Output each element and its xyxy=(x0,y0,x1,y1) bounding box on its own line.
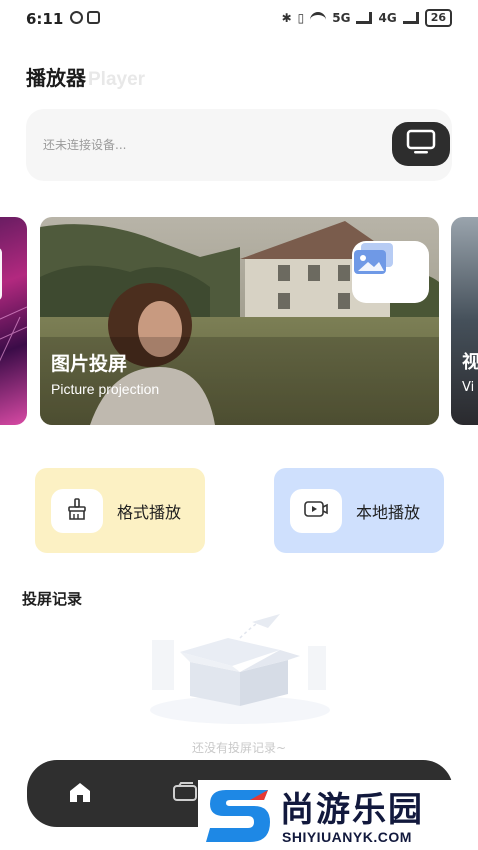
nfc-icon xyxy=(87,11,100,24)
next-card-title: 视 xyxy=(462,352,478,373)
next-card-subtitle: Vi xyxy=(462,380,475,395)
empty-history-text: 还没有投屏记录~ xyxy=(191,741,287,755)
carousel-card-prev[interactable] xyxy=(0,217,27,425)
battery-indicator: 26 xyxy=(424,9,452,27)
signal-icon-2 xyxy=(402,12,419,24)
vibrate-icon: ▯ xyxy=(297,11,305,25)
screen-icon xyxy=(171,781,199,807)
picture-projection-icon-button[interactable] xyxy=(352,241,429,303)
title-en: Player xyxy=(88,69,146,90)
history-section-title: 投屏记录 xyxy=(22,590,83,608)
format-play-button[interactable]: 格式播放 xyxy=(35,468,205,553)
watermark-brand-en: SHIYIUANYK.COM xyxy=(282,829,412,845)
empty-box-illustration xyxy=(140,610,340,734)
format-play-label: 格式播放 xyxy=(117,502,182,522)
sync-icon xyxy=(70,11,83,24)
carousel-card-next[interactable]: 视 Vi xyxy=(451,217,478,425)
local-play-button[interactable]: 本地播放 xyxy=(274,468,444,553)
connect-status-text: 还未连接设备... xyxy=(43,138,127,152)
notification-icons xyxy=(70,11,100,24)
brush-icon xyxy=(65,497,89,525)
signal-icon xyxy=(356,12,373,24)
wifi-icon xyxy=(310,12,327,24)
watermark-brand-cn: 尚游乐园 xyxy=(280,790,424,830)
local-play-label: 本地播放 xyxy=(356,502,421,522)
device-connect-bar[interactable]: 还未连接设备... xyxy=(26,109,452,181)
card-title: 图片投屏 xyxy=(51,353,128,375)
cast-device-button[interactable] xyxy=(392,122,450,166)
network-label-2: 4G xyxy=(378,11,397,25)
page-title: 播放器 Player xyxy=(26,62,145,91)
network-label-1: 5G xyxy=(332,11,351,25)
local-icon-box xyxy=(290,488,342,533)
tab-home[interactable] xyxy=(62,776,98,812)
bluetooth-icon: ✱ xyxy=(281,11,292,25)
watermark-overlay: 尚游乐园 SHIYIUANYK.COM xyxy=(198,780,478,850)
card-subtitle: Picture projection xyxy=(51,381,160,397)
home-icon xyxy=(67,780,93,808)
title-cn: 播放器 xyxy=(26,66,86,90)
system-indicators: ✱ ▯ 5G 4G 26 xyxy=(282,9,452,27)
picture-projection-card[interactable]: 图片投屏 Picture projection xyxy=(40,217,439,425)
video-camera-icon xyxy=(303,498,329,524)
status-bar: 6:11 ✱ ▯ 5G 4G 26 xyxy=(0,0,478,36)
format-icon-box xyxy=(51,488,103,533)
feature-carousel[interactable]: 图片投屏 Picture projection 视 Vi xyxy=(0,217,478,425)
status-time: 6:11 xyxy=(26,10,64,28)
monitor-icon xyxy=(406,129,436,159)
watermark-s-logo xyxy=(204,786,274,850)
